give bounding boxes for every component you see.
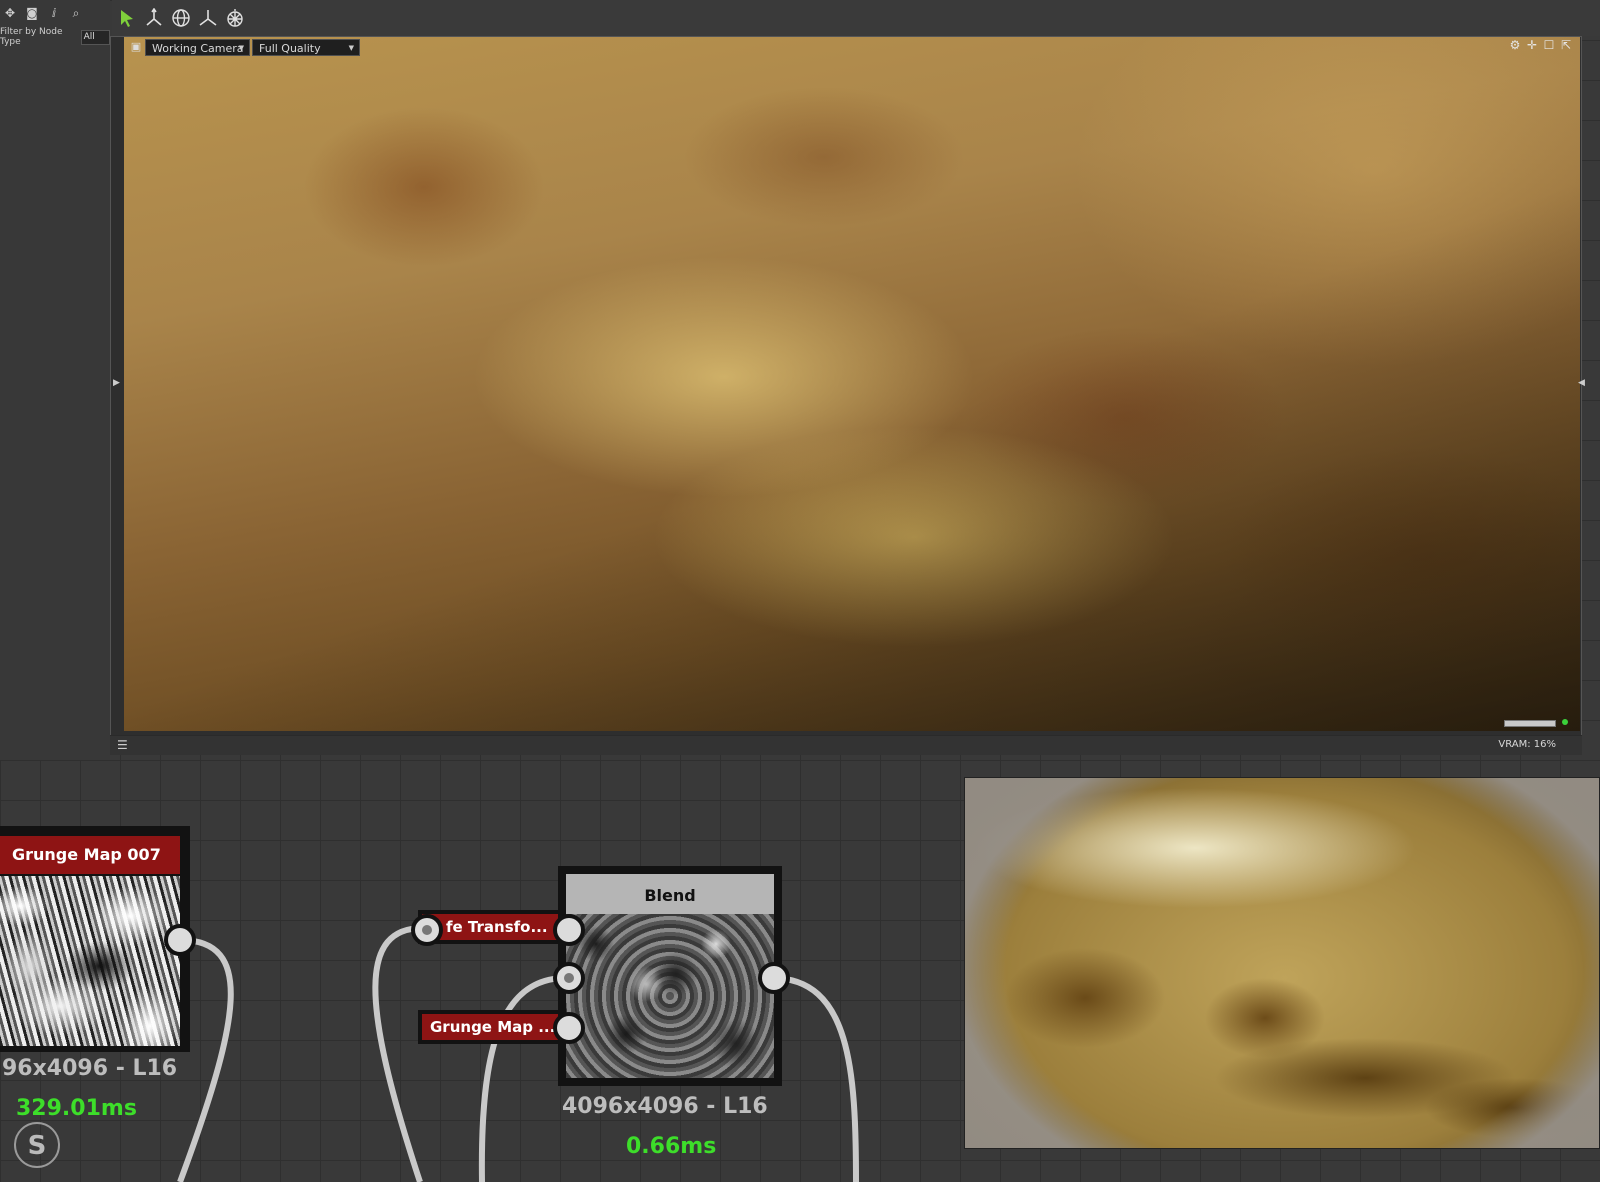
globe-icon[interactable] (170, 7, 192, 29)
blend-background-socket[interactable] (553, 962, 585, 994)
gear-icon[interactable]: ⚙ (1508, 38, 1522, 52)
camera-select[interactable]: Working Camera (145, 39, 250, 57)
move-icon[interactable]: ✛ (1525, 38, 1539, 52)
transform-input-title: fe Transfo... (422, 914, 568, 940)
blend-thumbnail (566, 914, 774, 1078)
filter-node-type-select[interactable]: All (80, 29, 110, 45)
expand-left-arrow-icon[interactable]: ▶ (113, 378, 120, 388)
blend-node[interactable]: Blend (558, 866, 782, 1086)
viewport-toolbar (112, 0, 1600, 36)
blend-title: Blend (566, 874, 774, 914)
zoom-icon[interactable]: ⌕ (68, 4, 84, 22)
explorer-toolbar: ✥ ◙ ⅈ ⌕ (0, 4, 84, 22)
status-dot (1562, 719, 1568, 725)
select-arrow-icon[interactable] (116, 7, 138, 29)
vram-readout: VRAM: 16% (1498, 739, 1556, 750)
wire-blend-out (771, 975, 859, 1182)
explorer-panel: ✥ ◙ ⅈ ⌕ Filter by Node Type All (0, 0, 110, 760)
grunge-map-007-thumbnail (0, 876, 180, 1046)
grunge-map-007-output-socket[interactable] (164, 924, 196, 956)
blend-foreground-socket[interactable] (553, 914, 585, 946)
light-sphere-icon[interactable] (224, 7, 246, 29)
3d-viewport-render[interactable] (124, 37, 1580, 731)
move-icon[interactable]: ✥ (2, 4, 18, 22)
grunge-map-007-title: Grunge Map 007 (0, 836, 180, 874)
square-icon[interactable]: ☐ (1542, 38, 1556, 52)
substance-logo-icon: S (14, 1122, 60, 1168)
axis-tripod-icon[interactable] (197, 7, 219, 29)
blend-output-socket[interactable] (758, 962, 790, 994)
axis-gizmo-icon[interactable] (143, 7, 165, 29)
wire-transform-in (372, 925, 424, 1182)
viewport-camera-icon[interactable]: ▣ (129, 40, 143, 54)
popout-icon[interactable]: ⇱ (1559, 38, 1573, 52)
transform-input-socket[interactable] (411, 914, 443, 946)
expand-right-arrow-icon[interactable]: ◀ (1578, 378, 1585, 388)
reference-photo (964, 777, 1600, 1149)
reference-photo-edge (965, 778, 1599, 1148)
grunge-map-007-node[interactable]: Grunge Map 007 (0, 826, 190, 1052)
grunge-map-007-time: 329.01ms (16, 1096, 137, 1121)
info-icon[interactable]: ⅈ (46, 4, 62, 22)
blend-mask-socket[interactable] (553, 1012, 585, 1044)
wire-blend-bg (478, 975, 567, 1182)
grunge-map-input-title: Grunge Map ... (422, 1014, 568, 1040)
filter-row: Filter by Node Type All (0, 27, 110, 47)
filter-label: Filter by Node Type (0, 27, 63, 47)
grunge-map-input-node[interactable]: Grunge Map ... (418, 1010, 568, 1044)
viewport-status-bar (110, 735, 1582, 755)
viewport-window-controls: ⚙ ✛ ☐ ⇱ (1508, 38, 1573, 52)
render-progress-bar (1504, 720, 1556, 727)
blend-time: 0.66ms (626, 1134, 717, 1159)
quality-select[interactable]: Full Quality (252, 39, 360, 57)
menu-icon[interactable]: ☰ (117, 738, 128, 752)
viewport-shading (124, 37, 1580, 731)
blend-resolution: 4096x4096 - L16 (562, 1094, 768, 1119)
grunge-map-007-resolution: 96x4096 - L16 (2, 1056, 178, 1081)
camera-icon[interactable]: ◙ (24, 4, 40, 22)
